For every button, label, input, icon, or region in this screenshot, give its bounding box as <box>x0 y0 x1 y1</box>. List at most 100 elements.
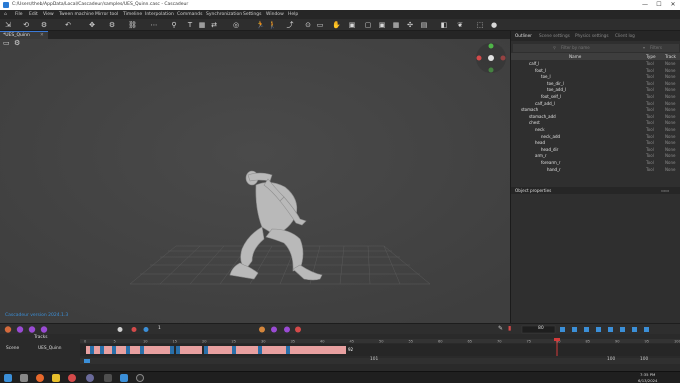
link-icon[interactable]: ⛓ <box>128 21 137 29</box>
minimize-button[interactable]: — <box>638 0 652 10</box>
menu-file[interactable]: File <box>15 10 23 19</box>
column-type[interactable]: Type <box>646 53 656 60</box>
menu-view[interactable]: View <box>43 10 54 19</box>
sphere-icon[interactable]: ● <box>490 21 498 29</box>
navigation-gizmo[interactable] <box>474 41 508 75</box>
video-icon[interactable]: ▭ <box>316 21 324 29</box>
physics-icon[interactable]: ◎ <box>232 21 240 29</box>
outliner-row[interactable]: head_dir Tool None <box>511 147 680 154</box>
settings-icon[interactable]: ⚙ <box>14 39 20 47</box>
menu-window[interactable]: Window <box>266 10 284 19</box>
settings-icon[interactable]: ⚙ <box>108 21 116 29</box>
brush-icon[interactable]: ✎ <box>498 325 503 332</box>
scene-tab[interactable]: *UES_Quinn ✕ <box>0 31 48 39</box>
range-start-field[interactable]: 100 <box>607 357 615 362</box>
chart-icon[interactable]: ▤ <box>420 21 428 29</box>
grid-view-icon[interactable]: ▦ <box>392 21 400 29</box>
outliner-row[interactable]: foot_l Tool None <box>511 68 680 75</box>
speed-value[interactable]: 1 <box>158 326 161 331</box>
run-pose-icon[interactable]: 🏃 <box>256 21 265 29</box>
camera-view-icon[interactable]: ▭ <box>3 39 10 47</box>
outliner-row[interactable]: neck_add Tool None <box>511 134 680 141</box>
sync-icon[interactable]: ⇄ <box>210 21 218 29</box>
column-track[interactable]: Track <box>665 53 676 60</box>
3d-viewport[interactable]: Cascadeur version 2024.1.3 <box>0 39 510 323</box>
timeline-tick-label: 40 <box>320 340 325 344</box>
timeline-track-area[interactable]: 0 5 10 15 20 25 30 35 40 45 50 55 60 65 70 75 80 85 90 95 10… <box>0 334 680 371</box>
column-name[interactable]: Name <box>569 53 581 60</box>
outliner-row[interactable]: calf_add_l Tool None <box>511 101 680 108</box>
tab-outliner[interactable]: Outliner <box>515 31 532 41</box>
outliner-row[interactable]: calf_l Tool None <box>511 61 680 68</box>
mirror-icon[interactable]: ◧ <box>440 21 448 29</box>
outliner-row[interactable]: arm_r Tool None <box>511 153 680 160</box>
menu-settings[interactable]: Settings <box>243 10 261 19</box>
hand-icon[interactable]: ✋ <box>332 21 341 29</box>
tab-client-log[interactable]: Client log <box>615 31 635 41</box>
keyframe-icon[interactable]: ▮ <box>508 325 511 332</box>
tab-physics-settings[interactable]: Physics settings <box>575 31 609 41</box>
outliner-row[interactable]: hand_r Tool None <box>511 167 680 174</box>
menu-tween-machine[interactable]: Tween machine <box>59 10 94 19</box>
timeline-tick-label: 45 <box>350 340 355 344</box>
frame-icon[interactable]: ▢ <box>364 21 372 29</box>
box-icon[interactable]: ▣ <box>378 21 386 29</box>
camera-target-icon[interactable]: ⊙ <box>304 21 312 29</box>
outliner-row[interactable]: head Tool None <box>511 140 680 147</box>
outliner-row[interactable]: toe_dir_l Tool None <box>511 81 680 88</box>
folder-icon[interactable] <box>52 374 60 382</box>
menu-edit[interactable]: Edit <box>29 10 38 19</box>
tab-scene-settings[interactable]: Scene settings <box>539 31 570 41</box>
app-grey-icon[interactable] <box>104 374 112 382</box>
cross-icon[interactable]: ✣ <box>406 21 414 29</box>
app-circle-icon[interactable] <box>136 374 144 382</box>
current-frame-input[interactable]: 80 <box>538 326 544 331</box>
app-obs-icon[interactable] <box>86 374 94 382</box>
move-icon[interactable]: ✥ <box>88 21 96 29</box>
cascadeur-taskbar-icon[interactable] <box>120 374 128 382</box>
wing-icon[interactable]: ❦ <box>456 21 464 29</box>
outliner-row[interactable]: forearm_r Tool None <box>511 160 680 167</box>
filters-button[interactable]: Filters <box>650 44 662 52</box>
layers-icon[interactable]: ▣ <box>348 21 356 29</box>
search-input[interactable]: ⚲ Filter by name ▾ Filters <box>513 44 679 52</box>
grid-icon[interactable]: ▦ <box>198 21 206 29</box>
outliner-row[interactable]: foot_self_l Tool None <box>511 94 680 101</box>
menu-help[interactable]: Help <box>288 10 298 19</box>
outliner-row[interactable]: toe_add_l Tool None <box>511 87 680 94</box>
interpolate-icon[interactable]: ⋯ <box>150 21 158 29</box>
windows-start-icon[interactable] <box>4 374 12 382</box>
range-end-field[interactable]: 100 <box>640 357 648 362</box>
outliner-row[interactable]: neck Tool None <box>511 127 680 134</box>
walk-pose-icon[interactable]: 🚶 <box>268 21 277 29</box>
close-button[interactable]: ✕ <box>666 0 680 10</box>
jump-pose-icon[interactable]: ⤴ <box>286 21 294 29</box>
select-tool-icon[interactable]: ⇲ <box>4 21 12 29</box>
outliner-row[interactable]: toe_l Tool None <box>511 74 680 81</box>
panel-options-icon[interactable]: ▭▭ <box>661 187 669 194</box>
home-icon[interactable]: ⌂ <box>4 10 7 19</box>
undo-icon[interactable]: ↶ <box>64 21 72 29</box>
outliner-row[interactable]: stomach_add Tool None <box>511 114 680 121</box>
menu-mirror-tool[interactable]: Mirror tool <box>95 10 118 19</box>
rotate-tool-icon[interactable]: ⟲ <box>22 21 30 29</box>
timeline-tick-label: 15 <box>173 340 178 344</box>
timeline-tick-label: 70 <box>497 340 502 344</box>
menu-interpolation[interactable]: Interpolation <box>145 10 174 19</box>
text-tool-icon[interactable]: T <box>186 21 194 29</box>
filter-icon[interactable]: ▾ <box>643 44 645 52</box>
viewport-scene: Cascadeur version 2024.1.3 <box>0 39 510 323</box>
outliner-row[interactable]: stomach Tool None <box>511 107 680 114</box>
task-view-icon[interactable] <box>20 374 28 382</box>
anim-layer-icon[interactable]: ⬚ <box>476 21 484 29</box>
maximize-button[interactable]: ☐ <box>652 0 666 10</box>
outliner-row[interactable]: chest Tool None <box>511 120 680 127</box>
menu-commands[interactable]: Commands <box>177 10 202 19</box>
firefox-icon[interactable] <box>36 374 44 382</box>
pin-icon[interactable]: ⚲ <box>170 21 178 29</box>
app-red-icon[interactable] <box>68 374 76 382</box>
menu-synchronization[interactable]: Synchronization <box>206 10 242 19</box>
menu-timeline[interactable]: Timeline <box>123 10 142 19</box>
outliner-row-type: Tool <box>646 74 654 80</box>
gear-icon[interactable]: ⚙ <box>40 21 48 29</box>
